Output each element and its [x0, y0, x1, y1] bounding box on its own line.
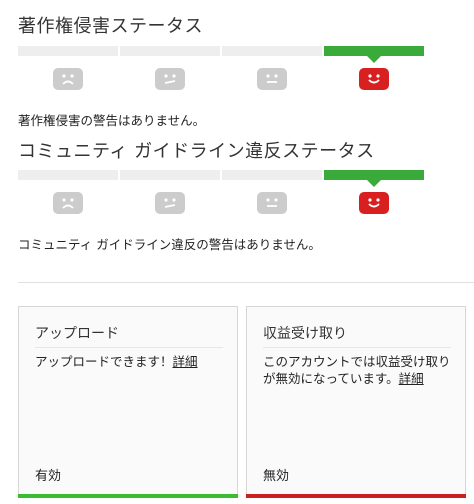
upload-card-text: アップロードできます！	[35, 354, 173, 369]
community-status-title: コミュニティ ガイドライン違反ステータス	[18, 141, 375, 162]
upload-status: 有効	[35, 469, 62, 484]
copyright-status-icons	[18, 68, 424, 90]
status-segment-active	[324, 170, 424, 187]
monetization-status-bar	[246, 494, 466, 498]
section-divider	[18, 282, 474, 283]
sad-face-icon	[53, 68, 83, 90]
monetization-details-link[interactable]: 詳細	[399, 371, 424, 386]
monetization-card-title: 収益受け取り	[263, 326, 347, 342]
status-segment	[120, 170, 220, 180]
community-status-icons	[18, 192, 424, 214]
upload-status-bar	[18, 494, 238, 498]
community-status-bar	[18, 170, 424, 187]
copyright-status-message: 著作権侵害の警告はありません。	[18, 113, 206, 128]
meh-face-icon	[155, 68, 185, 90]
monetization-card-body: このアカウントでは収益受け取りが無効になっています。詳細	[263, 353, 453, 387]
status-segment	[18, 170, 118, 180]
copyright-status-bar	[18, 46, 424, 63]
upload-card: アップロード アップロードできます！詳細 有効	[18, 306, 238, 498]
upload-card-title: アップロード	[35, 326, 119, 342]
monetization-card: 収益受け取り このアカウントでは収益受け取りが無効になっています。詳細 無効	[246, 306, 466, 498]
card-divider	[35, 347, 223, 348]
happy-face-icon	[359, 192, 389, 214]
happy-face-icon	[359, 68, 389, 90]
status-segment-active	[324, 46, 424, 63]
status-segment	[120, 46, 220, 56]
sad-face-icon	[53, 192, 83, 214]
upload-details-link[interactable]: 詳細	[173, 354, 198, 369]
card-divider	[263, 347, 451, 348]
monetization-status: 無効	[263, 469, 290, 484]
status-segment	[222, 170, 322, 180]
status-segment	[18, 46, 118, 56]
upload-card-body: アップロードできます！詳細	[35, 353, 225, 370]
meh-face-icon	[155, 192, 185, 214]
community-status-message: コミュニティ ガイドライン違反の警告はありません。	[18, 237, 321, 252]
status-segment	[222, 46, 322, 56]
neutral-face-icon	[257, 68, 287, 90]
copyright-status-title: 著作権侵害ステータス	[18, 16, 203, 37]
neutral-face-icon	[257, 192, 287, 214]
